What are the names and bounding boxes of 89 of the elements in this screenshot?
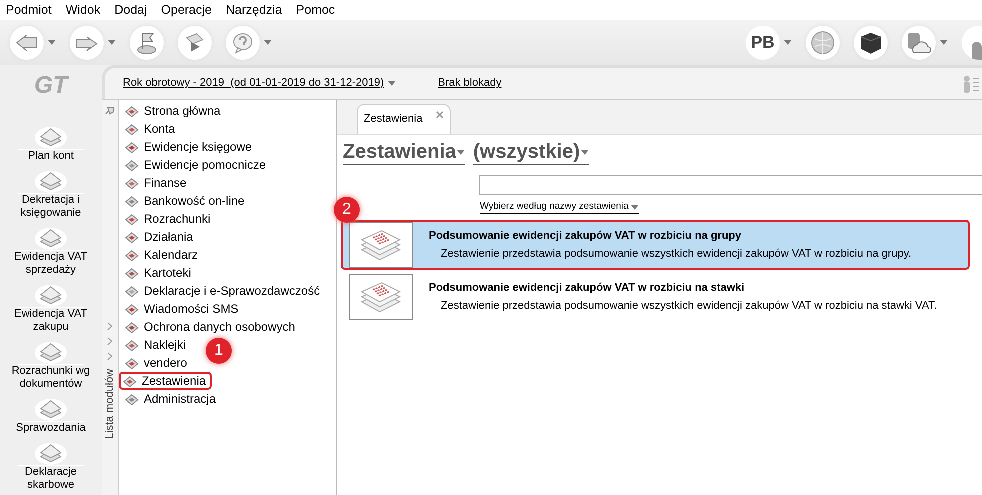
menu-item[interactable]: Widok [66,0,101,20]
module-item[interactable]: Deklaracje i e-Sprawozdawczość [121,282,324,300]
close-icon[interactable] [436,110,444,118]
module-icon [125,302,139,316]
menu-item[interactable]: Operacje [161,0,212,20]
module-item[interactable]: vendero [121,354,192,372]
step-badge: 2 [334,197,360,223]
module-item[interactable]: Naklejki [121,336,190,354]
logo: GT [34,71,68,101]
module-item[interactable]: Działania [121,228,198,246]
sort-dropdown[interactable]: Wybierz według nazwy zestawienia [480,201,639,214]
caret-icon [630,204,639,210]
module-icon [125,338,139,352]
step-badge: 1 [206,338,232,364]
caret-icon [940,40,948,45]
nav-button[interactable]: Deklaracje skarbowe [1,439,101,492]
module-icon [125,122,139,136]
caret-icon [264,40,272,45]
globe-icon [810,30,836,56]
document-stack-icon [359,280,403,314]
tab[interactable]: Zestawienia [357,104,451,134]
caret-icon [457,150,466,154]
module-icon [125,284,139,298]
module-item[interactable]: Ewidencje pomocnicze [121,156,270,174]
report-row[interactable]: Podsumowanie ewidencji zakupów VAT w rozbiciu na grupy Zestawienie przedstawia podsumowanie wszystkich ewidencji zakupów VAT w rozbiciu na grupy. [341,220,970,270]
module-item[interactable]: Konta [121,120,180,138]
module-icon [125,176,139,190]
nav-button[interactable]: Ewidencja VAT sprzedaży [1,224,101,277]
arrow-icon [76,34,98,50]
pin-icon[interactable] [104,106,116,116]
menu-item[interactable]: Narzędzia [226,0,282,20]
module-icon [125,230,139,244]
nav-button[interactable]: Ewidencja VAT zakupu [1,281,101,334]
lock-status-link[interactable]: Brak blokady [438,75,502,92]
module-item[interactable]: Administracja [121,390,220,408]
user-initials-button[interactable]: PB [746,26,780,60]
menu-item[interactable]: Pomoc [296,0,336,20]
database-cloud-icon [906,30,932,54]
person-list-icon [962,74,980,92]
module-list-label: Lista modułów [102,369,117,440]
play-icon [185,32,205,54]
filter-dropdown[interactable]: (wszystkie) [473,140,590,165]
menu-item[interactable]: Dodaj [114,0,148,20]
caret-icon [388,81,396,86]
module-icon [123,374,137,388]
menu-item[interactable]: Podmiot [6,0,52,20]
module-item[interactable]: Ewidencje księgowe [121,138,256,156]
module-item[interactable]: Wiadomości SMS [121,300,243,318]
module-item[interactable]: Ochrona danych osobowych [121,318,300,336]
search-field[interactable] [479,175,982,195]
report-title: Podsumowanie ewidencji zakupów VAT w rozbiciu na stawki [429,280,746,296]
module-icon [125,158,139,172]
module-item[interactable]: Finanse [121,174,191,192]
module-icon [125,140,139,154]
module-item[interactable]: Bankowość on-line [121,192,249,210]
nav-button[interactable]: Rozrachunki wg dokumentów [1,338,101,391]
nav-button[interactable]: Sprawozdania [1,395,101,435]
module-item[interactable]: Rozrachunki [121,210,215,228]
toolbar-button[interactable] [854,26,888,60]
caret-icon [784,40,792,45]
document-stack-icon [359,228,403,262]
cube-icon [859,30,883,54]
module-icon [125,356,139,370]
help-bubble-icon [232,32,254,54]
report-description: Zestawienie przedstawia podsumowanie wszystkich ewidencji zakupów VAT w rozbiciu na stawki VAT. [441,299,938,314]
module-item[interactable]: Kartoteki [121,264,196,282]
module-icon [125,104,139,118]
fiscal-year-dropdown[interactable]: Rok obrotowy - 2019 (od 01-01-2019 do 31-12-2019) [123,75,396,92]
module-item[interactable]: Zestawienia [119,372,212,390]
module-icon [125,212,139,226]
module-icon [125,248,139,262]
module-icon [125,320,139,334]
arrow-icon [16,34,38,50]
nav-button[interactable]: Plan kont [1,123,101,163]
module-icon [125,392,139,406]
report-row[interactable]: Podsumowanie ewidencji zakupów VAT w rozbiciu na stawki Zestawienie przedstawia podsumowanie wszystkich ewidencji zakupów VAT w rozbiciu na stawki VAT. [341,272,970,322]
category-dropdown[interactable]: Zestawienia [343,140,466,165]
caret-icon [48,40,56,45]
module-icon [125,266,139,280]
module-item[interactable]: Kalendarz [121,246,202,264]
flag-icon [137,32,157,54]
report-description: Zestawienie przedstawia podsumowanie wszystkich ewidencji zakupów VAT w rozbiciu na grupy. [441,247,912,262]
report-title: Podsumowanie ewidencji zakupów VAT w rozbiciu na grupy [429,228,743,244]
nav-button[interactable]: Dekretacja i księgowanie [1,167,101,220]
module-item[interactable]: Strona główna [121,102,225,120]
caret-icon [108,40,116,45]
module-icon [125,194,139,208]
caret-icon [581,150,590,154]
user-icon[interactable] [962,26,982,60]
